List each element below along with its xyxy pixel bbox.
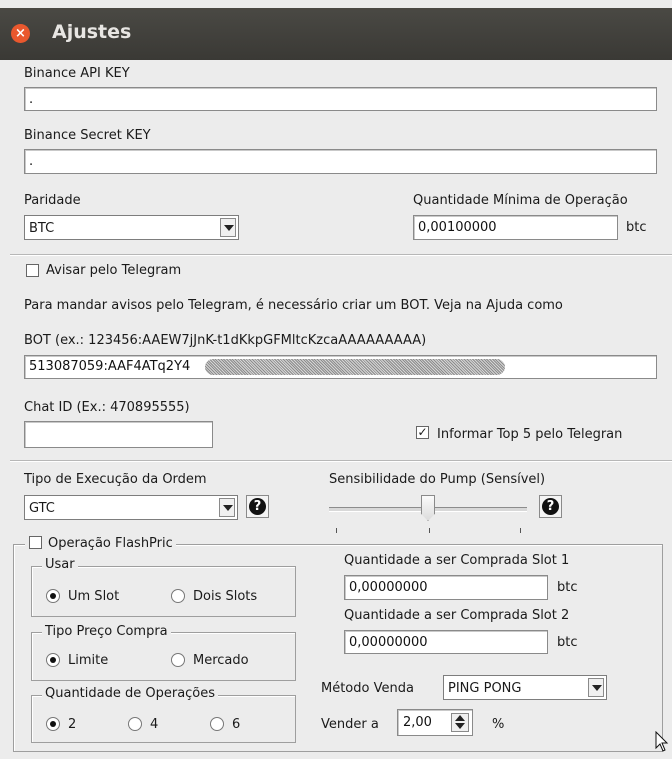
radio-um-slot[interactable]	[46, 589, 60, 603]
chevron-down-icon[interactable]	[220, 218, 236, 237]
radio-dois-slots-label: Dois Slots	[193, 589, 258, 604]
bot-label: BOT (ex.: 123456:AAEW7jJnK-t1dKkpGFMltcK…	[24, 333, 427, 348]
slider-tick	[336, 528, 337, 533]
chat-id-label: Chat ID (Ex.: 470895555)	[24, 400, 190, 415]
question-icon: ?	[249, 498, 266, 515]
spin-buttons[interactable]	[451, 713, 469, 732]
min-op-unit: btc	[626, 220, 647, 235]
pump-label: Sensibilidade do Pump (Sensível)	[329, 472, 546, 487]
flashpric-checkbox[interactable]	[29, 536, 42, 549]
telegram-info-text: Para mandar avisos pelo Telegram, é nece…	[24, 298, 563, 313]
pump-slider[interactable]	[329, 495, 529, 535]
radio-qtd-2[interactable]	[46, 717, 60, 731]
paridade-label: Paridade	[24, 193, 81, 208]
min-op-label: Quantidade Mínima de Operação	[413, 193, 628, 208]
paridade-select[interactable]: BTC	[24, 215, 239, 240]
radio-qtd-6-label: 6	[232, 717, 241, 732]
telegram-checkbox-label: Avisar pelo Telegram	[46, 263, 182, 278]
flashpric-label: Operação FlashPric	[48, 536, 173, 551]
chevron-down-icon[interactable]	[219, 498, 235, 517]
slot2-label: Quantidade a ser Comprada Slot 2	[344, 608, 570, 623]
radio-qtd-6[interactable]	[210, 717, 224, 731]
vender-a-label: Vender a	[321, 717, 379, 732]
radio-qtd-2-label: 2	[68, 717, 77, 732]
slider-tick	[429, 528, 430, 533]
paridade-value: BTC	[29, 221, 55, 236]
divider	[10, 254, 672, 256]
question-icon: ?	[542, 498, 559, 515]
slider-tick	[520, 528, 521, 533]
bot-token-value: 513087059:AAF4ATq2Y4	[29, 359, 191, 374]
spin-down-icon[interactable]	[455, 723, 465, 729]
chevron-down-icon[interactable]	[588, 678, 604, 697]
settings-window: × Ajustes Binance API KEY Binance Secret…	[0, 0, 672, 759]
redacted-token	[205, 359, 505, 375]
metodo-venda-value: PING PONG	[448, 681, 522, 696]
top5-checkbox-label: Informar Top 5 pelo Telegran	[437, 427, 623, 442]
vender-a-unit: %	[492, 717, 505, 732]
window-title: Ajustes	[52, 21, 132, 43]
pump-help-button[interactable]: ?	[539, 495, 562, 518]
execucao-help-button[interactable]: ?	[246, 495, 269, 518]
slot1-input[interactable]	[344, 575, 548, 600]
slot2-unit: btc	[557, 635, 578, 650]
close-icon[interactable]: ×	[11, 24, 30, 43]
slot1-label: Quantidade a ser Comprada Slot 1	[344, 553, 570, 568]
secret-key-input[interactable]	[24, 149, 657, 174]
qtd-ops-title: Quantidade de Operações	[42, 686, 219, 701]
chat-id-input[interactable]	[24, 421, 213, 448]
slider-thumb[interactable]	[421, 495, 435, 521]
radio-limite[interactable]	[46, 653, 60, 667]
divider	[10, 460, 672, 462]
mouse-cursor-icon	[655, 731, 669, 752]
tipo-preco-title: Tipo Preço Compra	[42, 624, 171, 639]
top5-checkbox[interactable]: ✓	[416, 426, 429, 439]
flashpric-legend: Operação FlashPric	[25, 534, 176, 551]
telegram-checkbox[interactable]	[26, 264, 39, 277]
api-key-input[interactable]	[24, 87, 657, 111]
radio-dois-slots[interactable]	[171, 589, 185, 603]
radio-mercado-label: Mercado	[193, 653, 249, 668]
bot-token-input[interactable]: 513087059:AAF4ATq2Y4	[24, 355, 657, 379]
metodo-venda-select[interactable]: PING PONG	[443, 675, 607, 700]
execucao-label: Tipo de Execução da Ordem	[24, 472, 207, 487]
metodo-venda-label: Método Venda	[321, 681, 414, 696]
execucao-value: GTC	[29, 501, 55, 516]
radio-qtd-4-label: 4	[150, 717, 159, 732]
radio-qtd-4[interactable]	[128, 717, 142, 731]
radio-um-slot-label: Um Slot	[68, 589, 120, 604]
secret-key-label: Binance Secret KEY	[24, 128, 151, 143]
vender-a-value: 2,00	[403, 715, 432, 730]
usar-group-title: Usar	[42, 557, 78, 572]
api-key-label: Binance API KEY	[24, 66, 130, 81]
title-bar: × Ajustes	[0, 8, 672, 60]
execucao-select[interactable]: GTC	[24, 495, 238, 520]
radio-mercado[interactable]	[171, 653, 185, 667]
vender-a-spinner[interactable]: 2,00	[397, 709, 473, 736]
slot1-unit: btc	[557, 580, 578, 595]
slot2-input[interactable]	[344, 630, 548, 654]
min-op-input[interactable]	[413, 215, 618, 240]
spin-up-icon[interactable]	[455, 715, 465, 721]
radio-limite-label: Limite	[68, 653, 109, 668]
